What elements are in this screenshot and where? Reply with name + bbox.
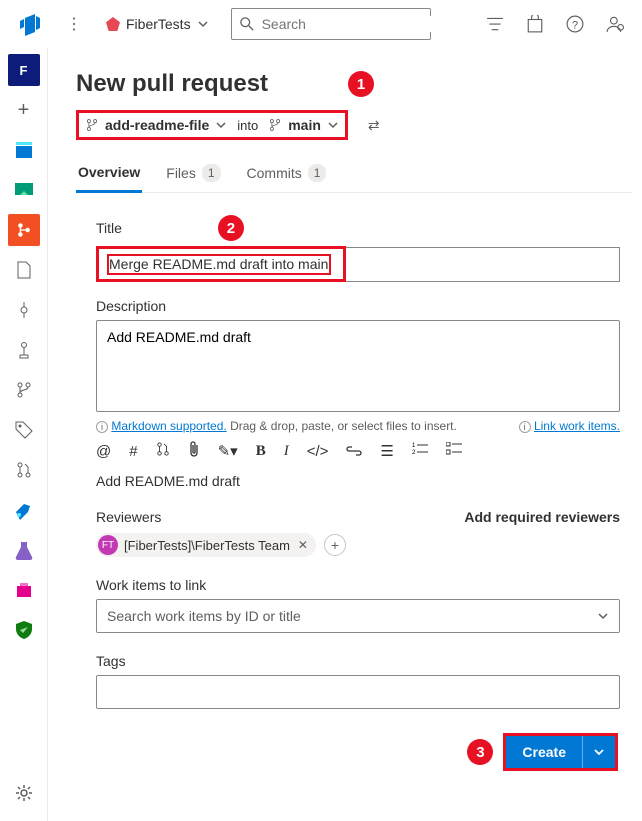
into-label: into (237, 118, 258, 133)
remove-reviewer-icon[interactable]: ✕ (296, 538, 308, 552)
add-required-reviewers-link[interactable]: Add required reviewers (464, 509, 620, 525)
sidebar-item-add[interactable]: + (8, 94, 40, 126)
search-field[interactable] (262, 16, 443, 32)
chevron-down-icon (215, 119, 227, 131)
work-items-label: Work items to link (96, 577, 206, 593)
title-input[interactable]: Merge README.md draft into main (96, 247, 620, 282)
sidebar-item-pipelines[interactable] (8, 494, 40, 526)
attach-icon[interactable] (188, 441, 200, 461)
workitem-icon[interactable]: # (129, 443, 137, 460)
source-branch-name: add-readme-file (105, 117, 209, 133)
swap-branches-icon[interactable]: ⇄ (368, 117, 380, 134)
project-name: FiberTests (126, 16, 191, 32)
link-work-items-link[interactable]: Link work items. (534, 419, 620, 433)
markdown-link[interactable]: Markdown supported. (111, 419, 226, 433)
user-settings-icon[interactable] (606, 15, 624, 33)
annotation-3: 3 (467, 739, 493, 765)
info-icon: i (96, 421, 108, 433)
sidebar-item-project[interactable]: F (8, 54, 40, 86)
azure-devops-logo-icon[interactable] (18, 12, 42, 36)
sidebar-item-commits[interactable] (8, 294, 40, 326)
checklist-icon[interactable] (446, 442, 462, 460)
source-branch-selector[interactable]: add-readme-file (85, 117, 227, 133)
description-label: Description (96, 298, 166, 314)
tabs: Overview Files1 Commits1 (76, 158, 632, 193)
pr-icon[interactable] (156, 441, 170, 461)
sidebar-item-settings[interactable] (8, 777, 40, 809)
target-branch-name: main (288, 117, 321, 133)
branch-icon (85, 118, 99, 132)
create-button[interactable]: Create (506, 736, 615, 768)
tab-overview[interactable]: Overview (76, 158, 142, 193)
sidebar-item-branches[interactable] (8, 374, 40, 406)
sidebar-item-testplans[interactable] (8, 534, 40, 566)
title-label: Title (96, 220, 122, 236)
chevron-down-icon (597, 610, 609, 622)
tab-commits[interactable]: Commits1 (245, 158, 329, 192)
sidebar-item-pullrequests[interactable] (8, 454, 40, 486)
description-input[interactable] (96, 320, 620, 412)
sidebar-item-pushes[interactable] (8, 334, 40, 366)
branch-selector-row: add-readme-file into main (76, 110, 348, 140)
project-icon (106, 17, 120, 31)
sidebar-item-repos[interactable] (8, 214, 40, 246)
description-preview: Add README.md draft (96, 473, 620, 489)
sidebar-item-compliance[interactable] (8, 614, 40, 646)
page-title: New pull request (76, 70, 268, 98)
avatar: FT (98, 535, 118, 555)
main-content: New pull request 1 add-readme-file into … (48, 48, 642, 821)
add-reviewer-button[interactable]: + (324, 534, 346, 556)
target-branch-selector[interactable]: main (268, 117, 339, 133)
sidebar-item-boards[interactable] (8, 174, 40, 206)
more-icon[interactable]: ⋮ (52, 14, 96, 34)
annotation-1: 1 (348, 71, 374, 97)
work-items-select[interactable]: Search work items by ID or title (96, 599, 620, 633)
reviewers-label: Reviewers (96, 509, 161, 525)
numbered-list-icon[interactable]: 12 (412, 442, 428, 460)
highlight-icon[interactable]: ✎▾ (218, 442, 238, 460)
mention-icon[interactable]: @ (96, 443, 111, 460)
chevron-down-icon (327, 119, 339, 131)
svg-text:?: ? (572, 19, 578, 31)
branch-icon (268, 118, 282, 132)
search-icon (240, 17, 254, 31)
info-icon: i (519, 421, 531, 433)
svg-text:1: 1 (412, 443, 416, 449)
bullet-list-icon[interactable]: ☰ (380, 442, 393, 460)
sidebar-item-tags[interactable] (8, 414, 40, 446)
topbar: ⋮ FiberTests ? (0, 0, 642, 48)
code-icon[interactable]: </> (307, 443, 329, 460)
tab-files[interactable]: Files1 (164, 158, 222, 192)
project-selector[interactable]: FiberTests (96, 16, 219, 32)
sidebar: F + (0, 48, 48, 821)
link-icon[interactable] (346, 443, 362, 460)
topbar-actions: ? (486, 15, 634, 33)
sidebar-item-files[interactable] (8, 254, 40, 286)
editor-toolbar: @ # ✎▾ B I </> ☰ 12 (96, 441, 620, 461)
tags-input[interactable] (96, 675, 620, 709)
filter-icon[interactable] (486, 15, 504, 33)
chevron-down-icon (197, 18, 209, 30)
help-icon[interactable]: ? (566, 15, 584, 33)
sidebar-item-artifacts[interactable] (8, 574, 40, 606)
bold-icon[interactable]: B (256, 443, 266, 460)
shopping-icon[interactable] (526, 15, 544, 33)
italic-icon[interactable]: I (284, 443, 289, 460)
svg-text:2: 2 (412, 450, 416, 456)
sidebar-item-overview[interactable] (8, 134, 40, 166)
reviewer-chip[interactable]: FT [FiberTests]\FiberTests Team ✕ (96, 533, 316, 557)
create-dropdown-icon[interactable] (582, 736, 615, 768)
tags-label: Tags (96, 653, 126, 669)
search-input[interactable] (231, 8, 431, 40)
annotation-2: 2 (218, 215, 244, 241)
